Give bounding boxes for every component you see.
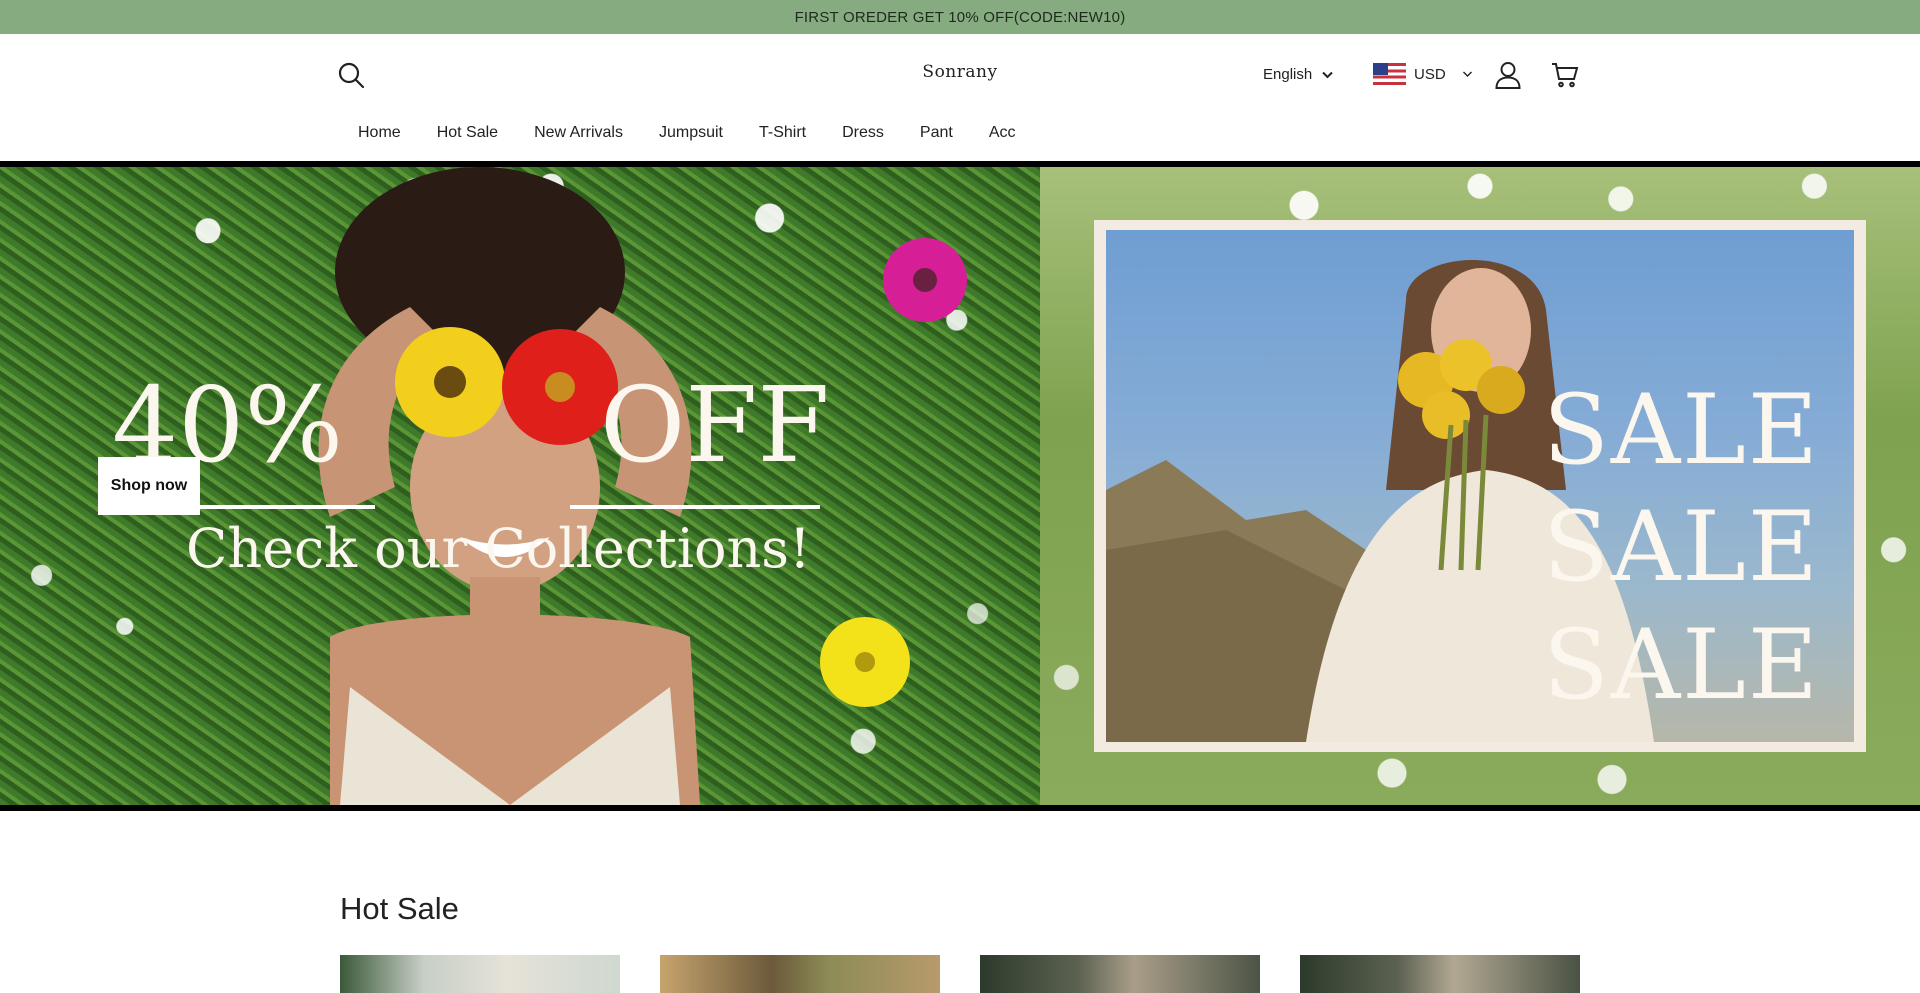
nav-item-jumpsuit[interactable]: Jumpsuit xyxy=(659,124,723,142)
account-icon[interactable] xyxy=(1495,61,1523,91)
nav-item-dress[interactable]: Dress xyxy=(842,124,884,142)
hero-right-image[interactable]: SALE SALE SALE xyxy=(1040,167,1920,805)
language-selector[interactable]: English xyxy=(1263,66,1333,83)
product-grid xyxy=(340,955,1580,993)
shop-now-button[interactable]: Shop now xyxy=(98,457,200,515)
nav-item-new-arrivals[interactable]: New Arrivals xyxy=(534,124,623,142)
nav-item-home[interactable]: Home xyxy=(358,124,401,142)
sale-line-2: SALE xyxy=(1543,491,1820,603)
nav-item-pant[interactable]: Pant xyxy=(920,124,953,142)
product-image xyxy=(340,955,620,993)
section-title: Hot Sale xyxy=(340,891,459,926)
product-card[interactable] xyxy=(340,955,620,993)
chevron-down-icon xyxy=(1322,71,1333,78)
us-flag-icon xyxy=(1373,63,1406,85)
main-nav: Home Hot Sale New Arrivals Jumpsuit T-Sh… xyxy=(340,124,1034,142)
cart-icon[interactable] xyxy=(1551,62,1581,90)
announcement-text: FIRST OREDER GET 10% OFF(CODE:NEW10) xyxy=(794,8,1126,26)
sale-line-3: SALE xyxy=(1543,609,1820,721)
product-card[interactable] xyxy=(1300,955,1580,993)
product-card[interactable] xyxy=(980,955,1260,993)
product-image xyxy=(1300,955,1580,993)
product-image xyxy=(980,955,1260,993)
nav-item-acc[interactable]: Acc xyxy=(989,124,1016,142)
nav-item-hot-sale[interactable]: Hot Sale xyxy=(437,124,498,142)
sale-line-1: SALE xyxy=(1543,374,1820,486)
currency-selector[interactable]: USD xyxy=(1373,63,1473,85)
product-card[interactable] xyxy=(660,955,940,993)
hero-off-text: OFF xyxy=(600,364,830,486)
chevron-down-icon xyxy=(1462,71,1472,77)
decor-line-left xyxy=(183,505,375,509)
language-label: English xyxy=(1263,66,1313,83)
logo-text[interactable]: Sonrany xyxy=(922,62,997,82)
nav-item-t-shirt[interactable]: T-Shirt xyxy=(759,124,806,142)
announcement-bar: FIRST OREDER GET 10% OFF(CODE:NEW10) xyxy=(0,0,1920,34)
hero-subtitle: Check our Collections! xyxy=(186,517,811,580)
decor-line-right xyxy=(570,505,820,509)
product-image xyxy=(660,955,940,993)
currency-label: USD xyxy=(1414,65,1446,83)
site-header: Sonrany English USD Home Hot Sale New Ar… xyxy=(0,34,1920,161)
site-logo: Sonrany xyxy=(0,62,1920,82)
